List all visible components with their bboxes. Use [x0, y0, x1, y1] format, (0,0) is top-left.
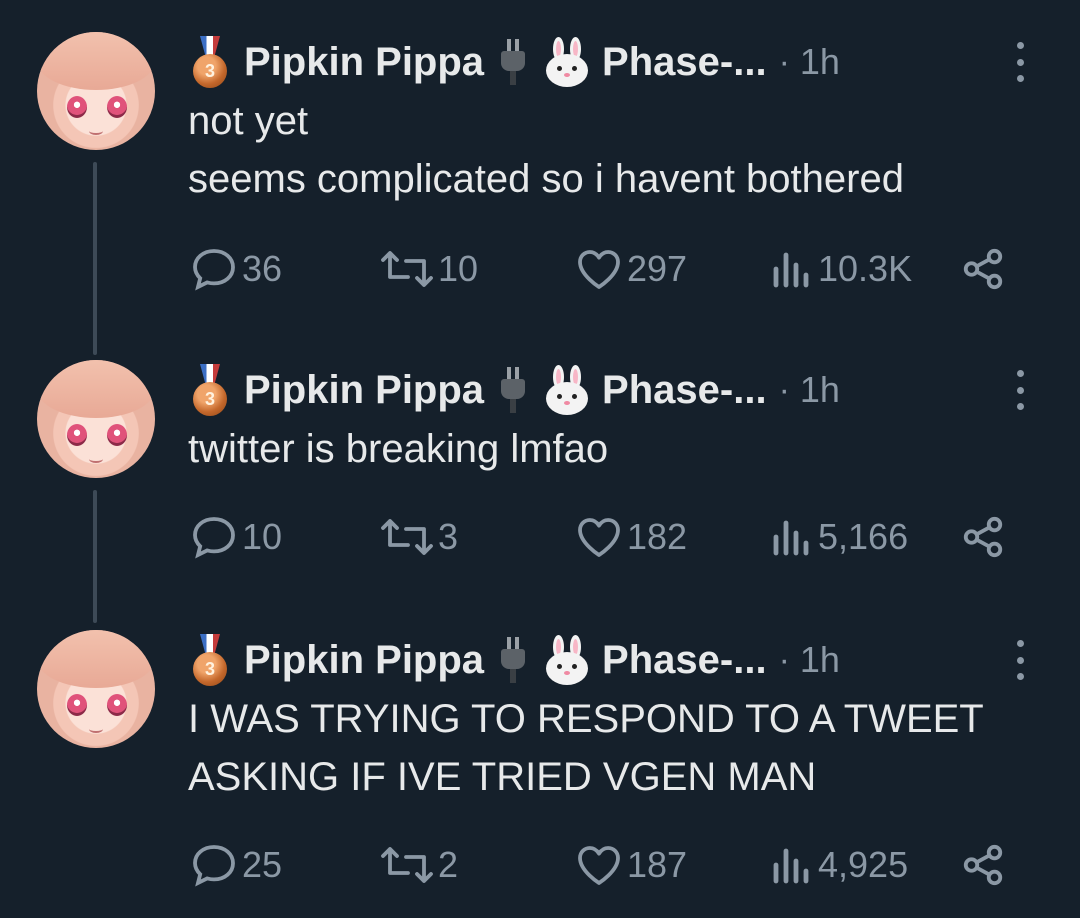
share-icon: [963, 248, 1003, 290]
retweet-icon: [381, 847, 433, 883]
reply-icon: [193, 249, 235, 291]
plug-icon: [498, 39, 528, 85]
tweet-header: 3 Pipkin Pippa Phase-... · 1h: [190, 632, 840, 688]
tweet-text: not yet seems complicated so i havent bo…: [188, 99, 904, 201]
reply-button[interactable]: 36: [190, 244, 282, 294]
like-button[interactable]: 297: [575, 244, 687, 294]
like-icon: [578, 846, 620, 885]
tweet-text: twitter is breaking lmfao: [188, 427, 609, 471]
retweet-count: 2: [438, 844, 459, 885]
avatar[interactable]: [37, 630, 155, 748]
views-count: 5,166: [818, 516, 909, 557]
display-name-suffix[interactable]: Phase-...: [602, 40, 767, 85]
like-icon: [578, 250, 620, 289]
medal-icon: 3: [190, 634, 230, 686]
reply-count: 36: [242, 248, 283, 289]
bunny-icon: [544, 37, 590, 87]
reply-count: 10: [242, 516, 283, 557]
like-count: 297: [627, 248, 688, 289]
like-count: 182: [627, 516, 688, 557]
bunny-icon: [544, 365, 590, 415]
views-icon: [773, 252, 809, 288]
reply-icon: [193, 517, 235, 559]
medal-icon: 3: [190, 364, 230, 416]
avatar[interactable]: [37, 32, 155, 150]
display-name[interactable]: Pipkin Pippa: [244, 368, 484, 413]
tweet[interactable]: 3 Pipkin Pippa Phase-... · 1h I WAS TRYI…: [0, 630, 1080, 910]
action-bar: 36 10 297 10.3K: [190, 244, 1020, 294]
views-button[interactable]: 4,925: [770, 840, 908, 890]
views-icon: [773, 848, 809, 884]
reply-button[interactable]: 25: [190, 840, 282, 890]
like-icon: [578, 518, 620, 557]
more-icon[interactable]: [1010, 42, 1030, 82]
plug-icon: [498, 637, 528, 683]
retweet-button[interactable]: 3: [380, 512, 458, 562]
tweet[interactable]: 3 Pipkin Pippa Phase-... · 1h twitter is…: [0, 360, 1080, 600]
like-button[interactable]: 187: [575, 840, 687, 890]
views-button[interactable]: 10.3K: [770, 244, 912, 294]
views-icon: [773, 520, 809, 556]
tweet-header: 3 Pipkin Pippa Phase-... · 1h: [190, 362, 840, 418]
reply-count: 25: [242, 844, 283, 885]
separator-dot: ·: [778, 370, 790, 409]
retweet-button[interactable]: 2: [380, 840, 458, 890]
display-name[interactable]: Pipkin Pippa: [244, 638, 484, 683]
retweet-count: 10: [438, 248, 479, 289]
display-name-suffix[interactable]: Phase-...: [602, 638, 767, 683]
more-icon[interactable]: [1010, 370, 1030, 410]
timestamp[interactable]: 1h: [800, 369, 840, 411]
share-icon: [963, 516, 1003, 558]
retweet-icon: [381, 251, 433, 287]
tweet-header: 3 Pipkin Pippa Phase-... · 1h: [190, 34, 840, 90]
share-button[interactable]: [960, 840, 1010, 890]
tweet[interactable]: 3 Pipkin Pippa Phase-... · 1h not yet se…: [0, 32, 1080, 332]
separator-dot: ·: [778, 640, 790, 679]
bunny-icon: [544, 635, 590, 685]
timestamp[interactable]: 1h: [800, 639, 840, 681]
timestamp[interactable]: 1h: [800, 41, 840, 83]
retweet-count: 3: [438, 516, 459, 557]
share-button[interactable]: [960, 512, 1010, 562]
display-name[interactable]: Pipkin Pippa: [244, 40, 484, 85]
avatar[interactable]: [37, 360, 155, 478]
tweet-text: I WAS TRYING TO RESPOND TO A TWEET ASKIN…: [188, 697, 984, 799]
views-button[interactable]: 5,166: [770, 512, 908, 562]
action-bar: 10 3 182 5,166: [190, 512, 1020, 562]
medal-icon: 3: [190, 36, 230, 88]
action-bar: 25 2 187 4,925: [190, 840, 1020, 890]
retweet-icon: [381, 519, 433, 555]
retweet-button[interactable]: 10: [380, 244, 478, 294]
plug-icon: [498, 367, 528, 413]
display-name-suffix[interactable]: Phase-...: [602, 368, 767, 413]
like-button[interactable]: 182: [575, 512, 687, 562]
separator-dot: ·: [778, 42, 790, 81]
views-count: 10.3K: [818, 248, 913, 289]
views-count: 4,925: [818, 844, 909, 885]
like-count: 187: [627, 844, 688, 885]
share-button[interactable]: [960, 244, 1010, 294]
reply-icon: [193, 845, 235, 887]
share-icon: [963, 844, 1003, 886]
more-icon[interactable]: [1010, 640, 1030, 680]
reply-button[interactable]: 10: [190, 512, 282, 562]
